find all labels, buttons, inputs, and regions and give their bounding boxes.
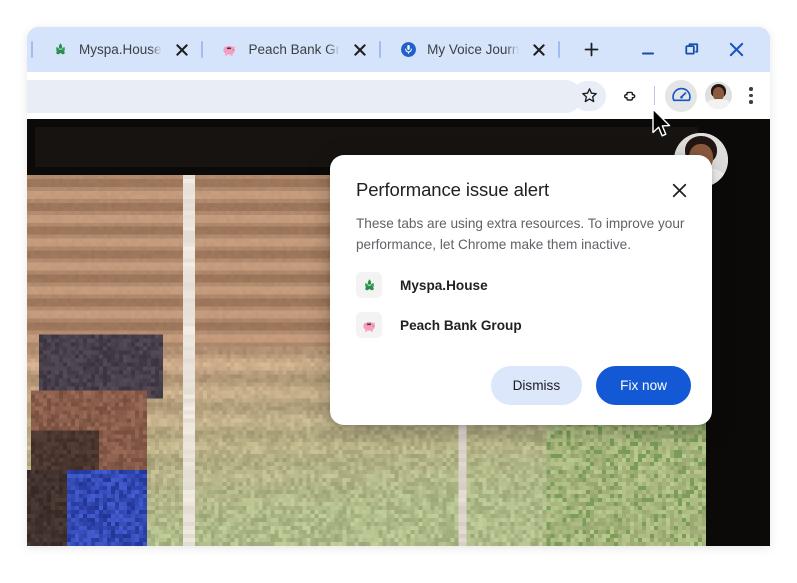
tab-title: Myspa.House bbox=[79, 42, 162, 57]
piggy-bank-icon bbox=[356, 312, 382, 338]
piggy-bank-icon bbox=[221, 41, 239, 59]
maximize-button[interactable] bbox=[670, 27, 714, 72]
toolbar-icon-group bbox=[568, 72, 764, 119]
voice-journal-icon bbox=[399, 41, 417, 59]
tab-close-button[interactable] bbox=[171, 39, 193, 61]
dismiss-button[interactable]: Dismiss bbox=[490, 366, 583, 405]
tab-separator bbox=[200, 41, 203, 58]
browser-window: Myspa.House Peach Bank Gr My Voice Journ… bbox=[27, 27, 770, 546]
screenshot-root: Myspa.House Peach Bank Gr My Voice Journ… bbox=[0, 0, 797, 583]
speedometer-icon[interactable] bbox=[665, 79, 697, 112]
dialog-actions: Dismiss Fix now bbox=[490, 366, 691, 405]
new-tab-button[interactable] bbox=[578, 37, 604, 63]
browser-tab-peach-bank[interactable]: Peach Bank Gr bbox=[211, 33, 376, 67]
puzzle-piece-icon[interactable] bbox=[614, 81, 644, 111]
list-item-label: Peach Bank Group bbox=[400, 317, 522, 333]
affected-tabs-list: Myspa.House Peach Bank Group bbox=[356, 265, 686, 345]
list-item-label: Myspa.House bbox=[400, 277, 488, 293]
dialog-body-text: These tabs are using extra resources. To… bbox=[356, 216, 685, 252]
tab-separator bbox=[558, 41, 561, 58]
list-item[interactable]: Peach Bank Group bbox=[356, 305, 686, 345]
close-icon[interactable] bbox=[666, 177, 692, 203]
tab-separator bbox=[379, 41, 382, 58]
performance-issue-alert-dialog: Performance issue alert These tabs are u… bbox=[330, 155, 712, 425]
browser-toolbar bbox=[27, 72, 770, 119]
tab-strip: Myspa.House Peach Bank Gr My Voice Journ bbox=[27, 27, 770, 72]
dialog-title: Performance issue alert bbox=[356, 179, 550, 200]
browser-tab-my-voice-journal[interactable]: My Voice Journ bbox=[389, 33, 554, 67]
tab-close-button[interactable] bbox=[528, 39, 550, 61]
fix-now-button[interactable]: Fix now bbox=[596, 366, 691, 405]
avatar-face bbox=[705, 82, 732, 109]
browser-tab-myspa-house[interactable]: Myspa.House bbox=[41, 33, 197, 67]
leaf-icon bbox=[356, 272, 382, 298]
close-window-button[interactable] bbox=[714, 27, 758, 72]
tab-title: My Voice Journ bbox=[427, 42, 520, 57]
window-controls bbox=[626, 27, 770, 72]
star-icon[interactable] bbox=[572, 80, 606, 111]
minimize-button[interactable] bbox=[626, 27, 670, 72]
tab-separator bbox=[31, 41, 33, 58]
tab-close-button[interactable] bbox=[349, 39, 371, 61]
address-bar[interactable] bbox=[27, 80, 582, 113]
three-dots-vertical-icon[interactable] bbox=[738, 81, 764, 111]
list-item[interactable]: Myspa.House bbox=[356, 265, 686, 305]
tab-title: Peach Bank Gr bbox=[248, 42, 341, 57]
avatar[interactable] bbox=[705, 82, 732, 109]
leaf-icon bbox=[51, 41, 69, 59]
toolbar-divider bbox=[654, 86, 655, 105]
